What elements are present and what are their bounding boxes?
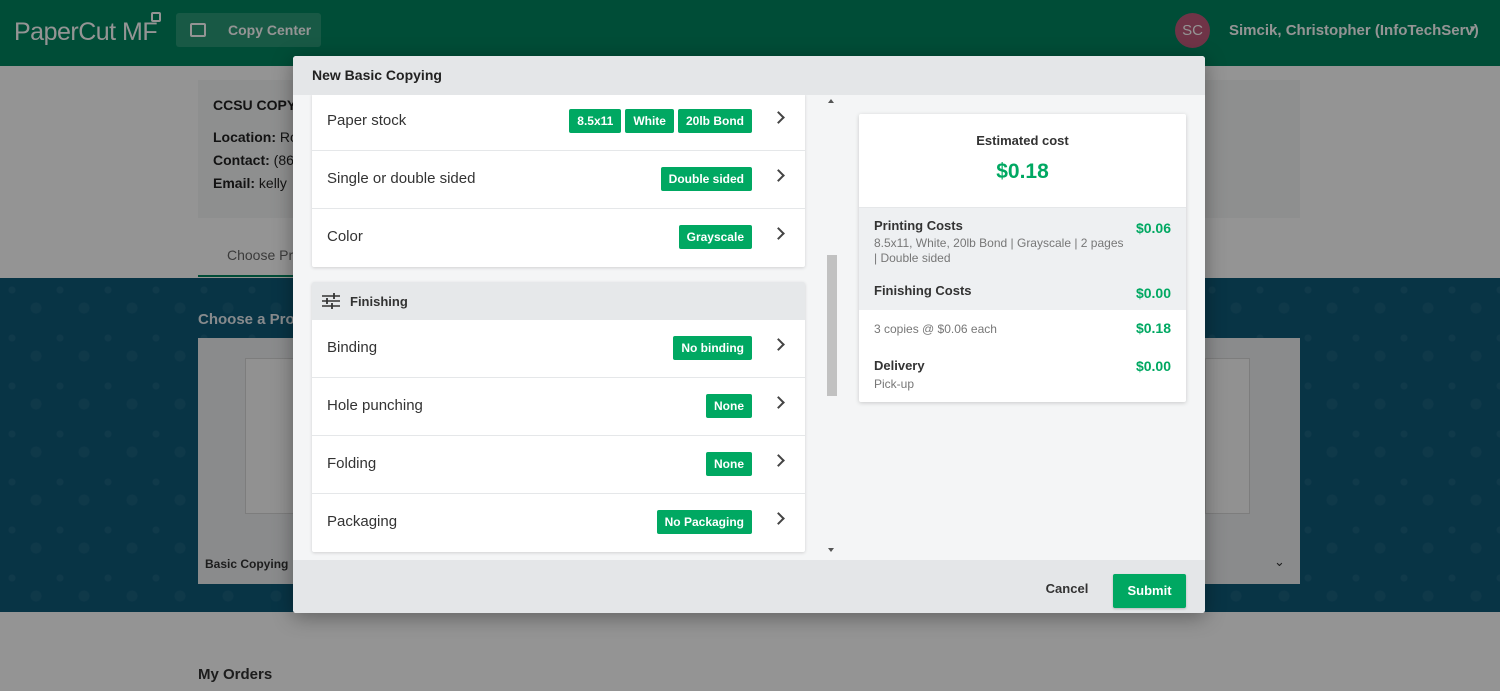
- dialog-footer: Cancel Submit: [293, 560, 1205, 613]
- option-hole-punching[interactable]: Hole punching None: [312, 378, 805, 436]
- value-badge: No binding: [673, 336, 752, 360]
- value-badge: 20lb Bond: [677, 109, 752, 133]
- copies-amount: $0.18: [1135, 320, 1171, 336]
- value-badge: None: [706, 452, 752, 476]
- chevron-right-icon[interactable]: [772, 338, 785, 351]
- estimated-cost-caption: Estimated cost: [976, 133, 1069, 148]
- chevron-right-icon[interactable]: [772, 169, 785, 182]
- delivery-label: Delivery: [874, 358, 925, 373]
- printing-costs-detail: 8.5x11, White, 20lb Bond | Grayscale | 2…: [874, 236, 1124, 265]
- chevron-right-icon[interactable]: [772, 396, 785, 409]
- option-label: Packaging: [327, 513, 398, 530]
- option-sides[interactable]: Single or double sided Double sided: [312, 151, 805, 209]
- finishing-card: Finishing Binding No binding Hole punchi…: [312, 282, 805, 552]
- cost-summary: Estimated cost $0.18: [859, 114, 1186, 208]
- copies-line: 3 copies @ $0.06 each: [874, 322, 997, 336]
- delivery-amount: $0.00: [1135, 358, 1171, 374]
- option-label: Single or double sided: [327, 170, 476, 187]
- option-packaging[interactable]: Packaging No Packaging: [312, 494, 805, 552]
- printing-costs-label: Printing Costs: [874, 218, 963, 233]
- submit-button[interactable]: Submit: [1113, 574, 1186, 608]
- value-badge: Double sided: [660, 167, 752, 191]
- finishing-costs-amount: $0.00: [1135, 285, 1171, 301]
- cost-pane: Estimated cost $0.18 Printing Costs 8.5x…: [840, 95, 1205, 560]
- dialog-title: New Basic Copying: [312, 67, 442, 83]
- printing-costs-row: Printing Costs 8.5x11, White, 20lb Bond …: [874, 218, 1171, 266]
- chevron-right-icon[interactable]: [772, 454, 785, 467]
- value-badge: White: [625, 109, 674, 133]
- option-label: Binding: [327, 339, 378, 356]
- estimated-cost-card: Estimated cost $0.18 Printing Costs 8.5x…: [859, 114, 1186, 402]
- dialog-header: New Basic Copying: [293, 56, 1205, 95]
- cancel-button[interactable]: Cancel: [1033, 575, 1101, 603]
- chevron-right-icon[interactable]: [772, 512, 785, 525]
- scroll-up-arrow-icon[interactable]: [828, 99, 834, 103]
- finishing-costs-label: Finishing Costs: [874, 283, 972, 298]
- sliders-icon: [322, 293, 340, 309]
- delivery-row: Delivery Pick-up $0.00: [874, 358, 1171, 402]
- option-label: Hole punching: [327, 397, 423, 414]
- option-label: Color: [327, 228, 363, 245]
- new-basic-copying-dialog: New Basic Copying Paper stock 8.5x11 Whi…: [293, 56, 1205, 613]
- value-badge: No Packaging: [656, 510, 752, 534]
- printing-costs-amount: $0.06: [1135, 220, 1171, 236]
- option-paper-stock[interactable]: Paper stock 8.5x11 White 20lb Bond: [312, 95, 805, 151]
- options-scrollbar[interactable]: [825, 95, 839, 560]
- finishing-costs-row: Finishing Costs $0.00: [874, 283, 1171, 301]
- option-folding[interactable]: Folding None: [312, 436, 805, 494]
- print-options-card: Paper stock 8.5x11 White 20lb Bond Singl…: [312, 95, 805, 267]
- estimated-cost-total: $0.18: [996, 160, 1049, 183]
- cost-breakdown: Printing Costs 8.5x11, White, 20lb Bond …: [859, 208, 1186, 310]
- chevron-right-icon[interactable]: [772, 227, 785, 240]
- value-badge: Grayscale: [678, 225, 752, 249]
- options-pane[interactable]: Paper stock 8.5x11 White 20lb Bond Singl…: [293, 95, 840, 560]
- finishing-header: Finishing: [312, 282, 805, 320]
- chevron-right-icon[interactable]: [772, 111, 785, 124]
- finishing-title: Finishing: [350, 294, 408, 309]
- option-label: Folding: [327, 455, 377, 472]
- delivery-detail: Pick-up: [874, 377, 915, 391]
- scrollbar-thumb[interactable]: [827, 255, 837, 396]
- copies-row: 3 copies @ $0.06 each $0.18: [874, 320, 1171, 348]
- option-label: Paper stock: [327, 112, 407, 129]
- value-badge: None: [706, 394, 752, 418]
- value-badge: 8.5x11: [569, 109, 622, 133]
- option-color[interactable]: Color Grayscale: [312, 209, 805, 267]
- scroll-down-arrow-icon[interactable]: [828, 548, 834, 552]
- cost-totals: 3 copies @ $0.06 each $0.18 Delivery Pic…: [859, 310, 1186, 402]
- option-binding[interactable]: Binding No binding: [312, 320, 805, 378]
